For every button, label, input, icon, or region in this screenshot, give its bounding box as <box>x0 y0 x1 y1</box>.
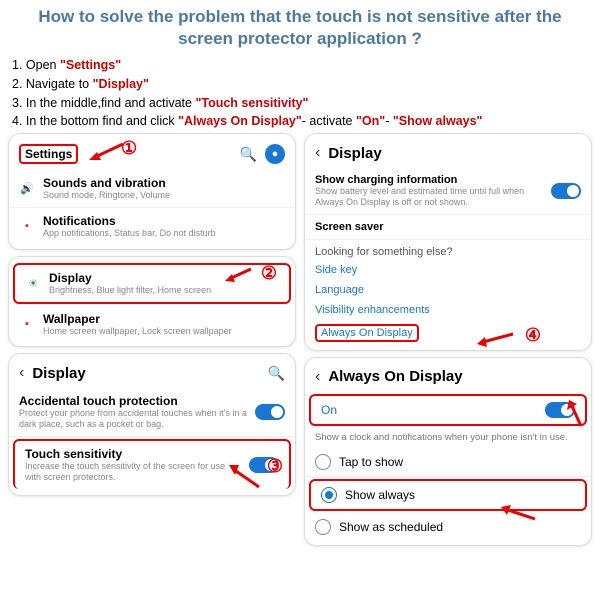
notifications-row[interactable]: ▪ NotificationsApp notifications, Status… <box>9 208 295 245</box>
arrow-1 <box>87 142 125 164</box>
page-title: How to solve the problem that the touch … <box>0 0 600 54</box>
back-icon[interactable]: ‹ <box>19 364 24 382</box>
aod-link[interactable]: Always On Display <box>305 320 591 346</box>
search-icon[interactable]: 🔍 <box>240 146 257 163</box>
avatar[interactable]: ● <box>265 144 285 164</box>
settings-card: ① Settings 🔍 ● 🔊 Sounds and vibrationSou… <box>8 133 296 250</box>
back-icon[interactable]: ‹ <box>315 144 320 162</box>
radio-icon <box>321 487 337 503</box>
annotation-1: ① <box>121 138 137 159</box>
charging-info-row[interactable]: Show charging informationShow battery le… <box>305 168 591 215</box>
wallpaper-row[interactable]: ▪ WallpaperHome screen wallpaper, Lock s… <box>9 306 295 343</box>
charging-toggle[interactable] <box>551 183 581 199</box>
arrow-always <box>497 503 537 521</box>
looking-label: Looking for something else? <box>305 240 591 260</box>
notification-icon: ▪ <box>19 218 35 234</box>
side-key-link[interactable]: Side key <box>305 260 591 280</box>
search-icon[interactable]: 🔍 <box>268 365 285 382</box>
arrow-4 <box>475 330 515 348</box>
arrow-on <box>563 398 585 428</box>
annotation-4: ④ <box>525 325 541 346</box>
annotation-2: ② <box>261 263 277 284</box>
sounds-row[interactable]: 🔊 Sounds and vibrationSound mode, Ringto… <box>9 170 295 208</box>
annotation-3: ③ <box>267 456 283 477</box>
show-scheduled-row[interactable]: Show as scheduled <box>305 513 591 541</box>
display-icon: ☀ <box>25 275 41 291</box>
aod-card: ‹ Always On Display On Show a clock and … <box>304 357 592 546</box>
settings-title: Settings <box>19 144 78 164</box>
screen-saver-row[interactable]: Screen saver <box>305 215 591 240</box>
display-detail-card: ③ ‹ Display 🔍 Accidental touch protectio… <box>8 353 296 495</box>
sound-icon: 🔊 <box>19 181 35 197</box>
tap-to-show-row[interactable]: Tap to show <box>305 448 591 477</box>
aod-desc: Show a clock and notifications when your… <box>305 428 591 448</box>
visibility-link[interactable]: Visibility enhancements <box>305 300 591 320</box>
wallpaper-icon: ▪ <box>19 316 35 332</box>
aod-on-row[interactable]: On <box>309 394 587 426</box>
instructions-list: 1. Open "Settings" 2. Navigate to "Displ… <box>0 54 600 133</box>
radio-icon <box>315 519 331 535</box>
display-title: Display <box>328 145 581 162</box>
show-always-row[interactable]: Show always <box>309 479 587 511</box>
display-links-card: ④ ‹ Display Show charging informationSho… <box>304 133 592 351</box>
display-card: ② ☀ DisplayBrightness, Blue light filter… <box>8 256 296 348</box>
arrow-2 <box>223 267 253 285</box>
radio-icon <box>315 454 331 470</box>
back-icon[interactable]: ‹ <box>315 368 320 386</box>
aod-title: Always On Display <box>328 368 581 385</box>
accidental-toggle[interactable] <box>255 404 285 420</box>
display-title: Display <box>32 365 259 382</box>
arrow-3 <box>225 461 261 489</box>
accidental-touch-row[interactable]: Accidental touch protectionProtect your … <box>9 388 295 437</box>
language-link[interactable]: Language <box>305 280 591 300</box>
